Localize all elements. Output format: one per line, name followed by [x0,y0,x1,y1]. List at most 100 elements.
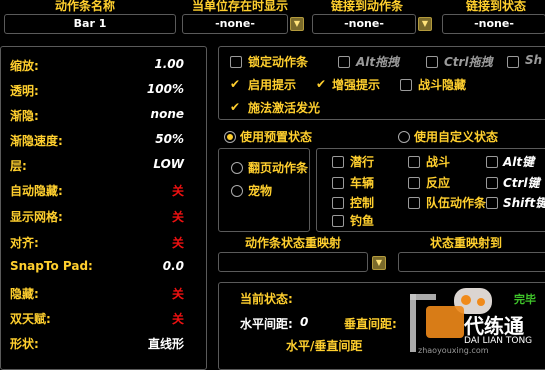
dual-spec-value[interactable]: 关 [120,310,184,327]
shift-drag-checkbox[interactable] [507,56,519,68]
snap-label: 对齐: [10,236,39,250]
shift-key-checkbox[interactable] [486,197,498,209]
bar-state-remap-dropdown-button[interactable]: ▼ [372,256,386,270]
combat-checkbox[interactable] [408,156,420,168]
show-on-unit-dropdown-button[interactable]: ▼ [290,17,304,31]
fade-label: 渐隐: [10,109,39,123]
ctrl-drag-label: Ctrl拖拽 [444,55,493,69]
paging-label: 翻页动作条 [248,161,309,175]
strata-value[interactable]: LOW [120,157,184,171]
chevron-down-icon: ▼ [421,19,429,28]
show-on-unit-dropdown[interactable]: -none- [182,14,288,34]
watermark-cn: 代练通 [464,314,524,338]
custom-state-radio[interactable] [398,131,410,143]
chevron-down-icon: ▼ [293,19,301,28]
show-on-unit-value: -none- [215,17,255,30]
combat-hide-label: 战斗隐藏 [418,78,467,92]
hidden-value[interactable]: 关 [120,285,184,302]
fade-value[interactable]: none [120,107,184,121]
control-label: 控制 [350,196,375,210]
vehicle-checkbox[interactable] [332,177,344,189]
link-state-label: 链接到状态 [465,0,526,13]
chevron-down-icon: ▼ [375,258,383,267]
fade-speed-value[interactable]: 50% [120,132,184,146]
reaction-checkbox[interactable] [408,177,420,189]
snap-value[interactable]: 关 [120,234,184,251]
show-on-unit-label: 当单位存在时显示 [191,0,288,13]
paging-radio[interactable] [231,162,243,174]
state-remap-to-dropdown[interactable] [398,252,545,272]
shift-drag-label: Sh [525,53,543,67]
autohide-label: 自动隐藏: [10,184,63,198]
fade-speed-label: 渐隐速度: [10,134,63,148]
scale-value[interactable]: 1.00 [120,57,184,71]
horizontal-padding-label: 水平间距: [240,317,293,331]
link-state-dropdown[interactable]: -none- [442,14,545,34]
alt-drag-label: Alt拖拽 [356,55,400,69]
dual-spec-label: 双天赋: [10,312,51,326]
alpha-label: 透明: [10,84,39,98]
preset-state-radio[interactable] [224,131,236,143]
enhanced-tooltip-checkbox[interactable]: ✔ [316,78,326,90]
enhanced-tooltip-label: 增强提示 [332,78,381,92]
show-grid-value[interactable]: 关 [120,208,184,225]
lock-bar-checkbox[interactable] [230,56,242,68]
stealth-label: 潜行 [350,155,375,169]
horizontal-padding-value[interactable]: 0 [300,315,308,329]
control-checkbox[interactable] [332,197,344,209]
current-state-label: 当前状态: [240,292,293,306]
preset-state-label: 使用预置状态 [240,130,313,144]
shift-key-label: Shift键 [503,196,545,210]
enable-tooltip-label: 启用提示 [248,78,297,92]
show-grid-label: 显示网格: [10,210,63,224]
stealth-checkbox[interactable] [332,156,344,168]
snapto-pad-label: SnapTo Pad: [10,259,93,273]
checkmark-icon: ✔ [316,77,327,91]
bar-name-value: Bar 1 [73,17,107,30]
alt-key-checkbox[interactable] [486,156,498,168]
hv-padding-label: 水平/垂直间距 [286,339,363,353]
bar-state-remap-dropdown[interactable] [218,252,368,272]
checkmark-icon: ✔ [230,100,241,114]
ctrl-key-label: Ctrl键 [503,176,540,190]
hidden-label: 隐藏: [10,287,39,301]
checkmark-icon: ✔ [230,77,241,91]
party-bar-label: 队伍动作条 [426,196,487,210]
reaction-label: 反应 [426,176,451,190]
ctrl-drag-checkbox[interactable] [426,56,438,68]
bar-name-label: 动作条名称 [54,0,115,13]
combat-hide-checkbox[interactable] [400,79,412,91]
pet-radio[interactable] [231,185,243,197]
alt-key-label: Alt键 [503,155,535,169]
bar-name-input[interactable]: Bar 1 [4,14,176,34]
fishing-checkbox[interactable] [332,215,344,227]
autohide-value[interactable]: 关 [120,182,184,199]
state-remap-to-label: 状态重映射到 [429,236,502,250]
shape-label: 形状: [10,337,39,351]
enable-tooltip-checkbox[interactable]: ✔ [230,78,240,90]
link-bar-dropdown[interactable]: -none- [312,14,416,34]
vertical-padding-label: 垂直间距: [344,317,397,331]
alpha-value[interactable]: 100% [120,82,184,96]
alt-drag-checkbox[interactable] [338,56,350,68]
pet-label: 宠物 [248,184,273,198]
vehicle-label: 车辆 [350,176,375,190]
ctrl-key-checkbox[interactable] [486,177,498,189]
custom-state-label: 使用自定义状态 [414,130,499,144]
shape-value[interactable]: 直线形 [120,335,184,352]
combat-label: 战斗 [426,155,451,169]
party-bar-checkbox[interactable] [408,197,420,209]
link-bar-value: -none- [344,17,384,30]
link-bar-dropdown-button[interactable]: ▼ [418,17,432,31]
cast-glow-label: 施法激活发光 [248,101,321,115]
cast-glow-checkbox[interactable]: ✔ [230,101,240,113]
snapto-pad-value[interactable]: 0.0 [120,259,184,273]
scale-label: 缩放: [10,59,39,73]
bar-state-remap-label: 动作条状态重映射 [244,236,341,250]
watermark-url: zhaoyouxing.com [418,346,489,355]
fishing-label: 钓鱼 [350,214,375,228]
link-bar-label: 链接到动作条 [330,0,403,13]
watermark: 代练通 DAI LIAN TONG zhaoyouxing.com [406,280,545,365]
watermark-en: DAI LIAN TONG [464,336,533,346]
lock-bar-label: 锁定动作条 [248,55,309,69]
